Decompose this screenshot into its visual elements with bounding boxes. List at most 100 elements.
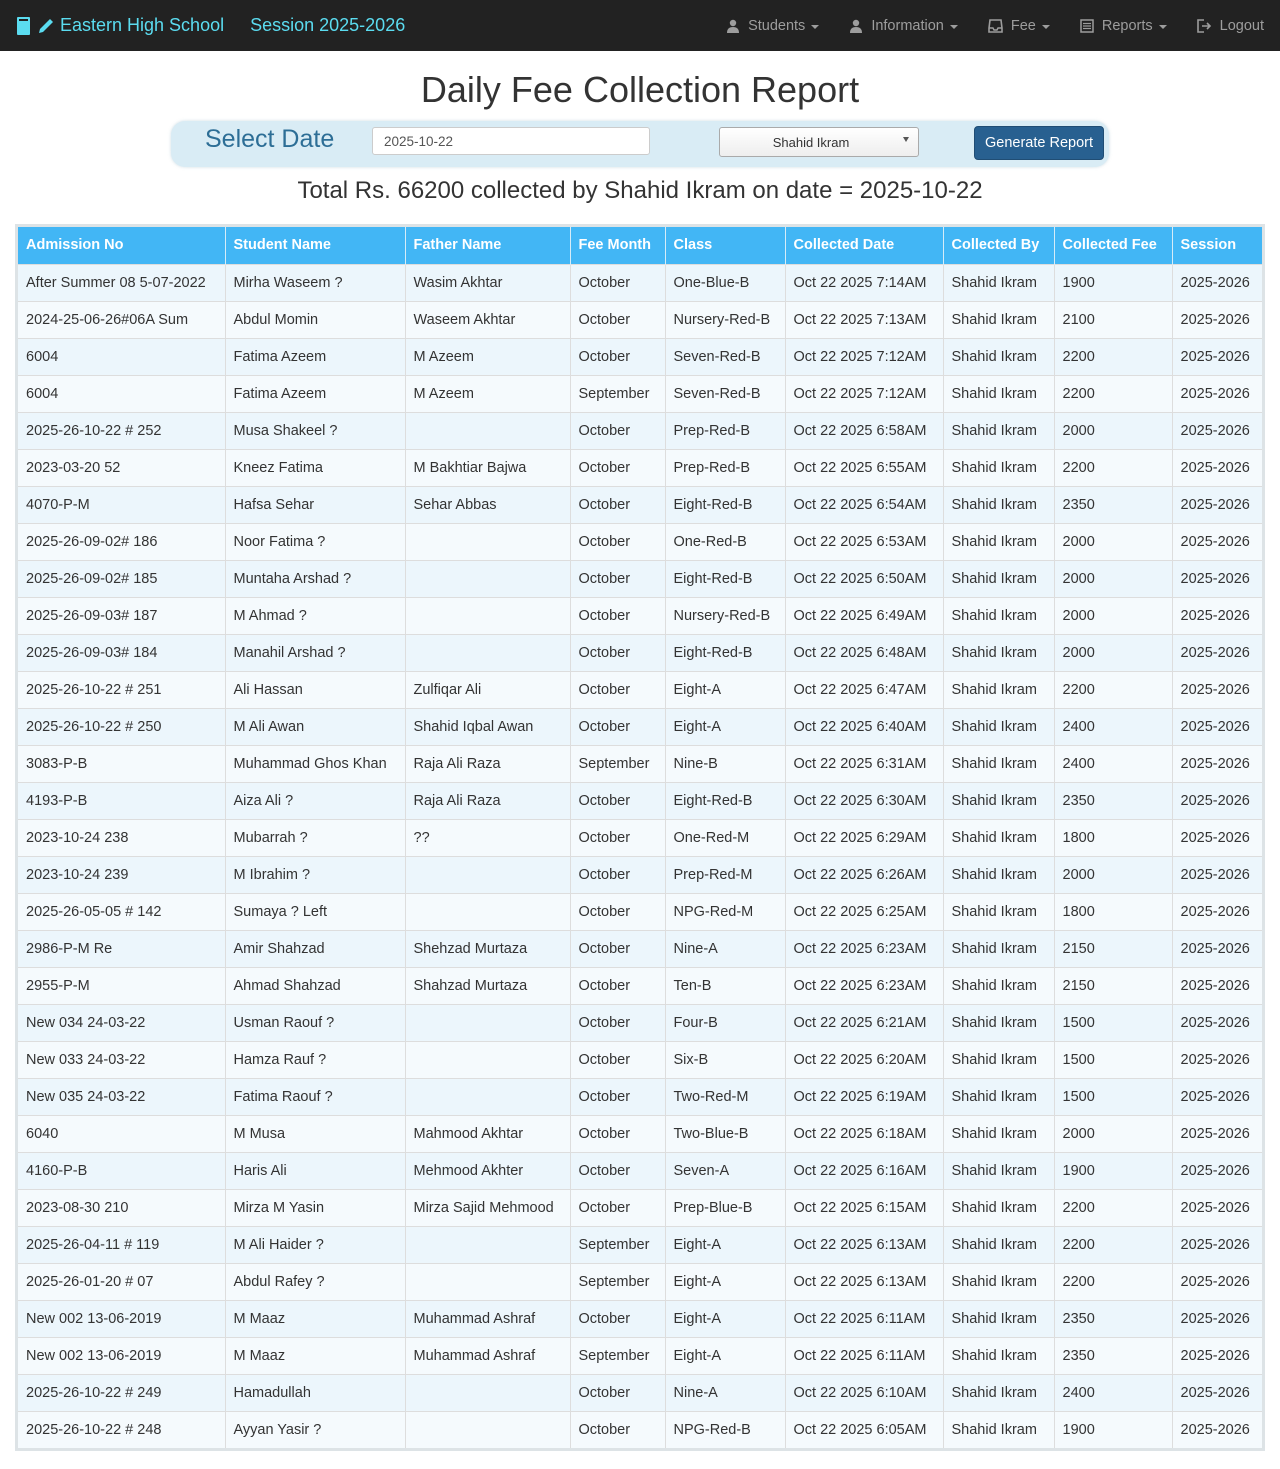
cell-student-name: M Maaz	[225, 1299, 406, 1337]
cell-collected-fee: 2400	[1054, 707, 1173, 745]
cell-collected-by: Shahid Ikram	[943, 1225, 1055, 1263]
cell-student-name: Ali Hassan	[225, 670, 406, 708]
nav-information[interactable]: Information	[849, 18, 958, 34]
collector-select[interactable]: Shahid Ikram	[719, 127, 919, 157]
table-row: 2025-26-10-22 # 252 Musa Shakeel ? October…	[18, 411, 1262, 449]
cell-father-name: Waseem Akhtar	[405, 300, 571, 338]
cell-collected-fee: 2350	[1054, 781, 1173, 819]
cell-collected-by: Shahid Ikram	[943, 1299, 1055, 1337]
table-row: 2023-10-24 238 Mubarrah ??? October One-Red…	[18, 818, 1262, 856]
cell-collected-by: Shahid Ikram	[943, 1151, 1055, 1189]
cell-session: 2025-2026	[1172, 1188, 1262, 1226]
cell-admission-no: 2025-26-04-11 # 119	[18, 1225, 226, 1263]
cell-father-name	[405, 1373, 571, 1411]
cell-fee-month: October	[570, 522, 666, 560]
col-collected-date: Collected Date	[785, 227, 944, 264]
nav-students[interactable]: Students	[726, 18, 820, 34]
cell-admission-no: 4070-P-M	[18, 485, 226, 523]
cell-class: Eight-A	[665, 1225, 786, 1263]
session-label: Session 2025-2026	[250, 15, 406, 35]
generate-report-button[interactable]: Generate Report	[974, 126, 1104, 160]
cell-student-name: Hamza Rauf ?	[225, 1040, 406, 1078]
cell-father-name: ??	[405, 818, 571, 856]
cell-session: 2025-2026	[1172, 1077, 1262, 1115]
table-row: 2025-26-09-02# 185 Muntaha Arshad ? Octobe…	[18, 559, 1262, 597]
cell-collected-date: Oct 22 2025 6:50AM	[785, 559, 944, 597]
caret-down-icon	[1158, 24, 1167, 29]
cell-collected-fee: 1900	[1054, 1151, 1173, 1189]
cell-admission-no: 2955-P-M	[18, 966, 226, 1004]
nav-fee[interactable]: Fee	[988, 18, 1050, 34]
cell-admission-no: New 002 13-06-2019	[18, 1336, 226, 1374]
cell-admission-no: 2024-25-06-26#06A Sum	[18, 300, 226, 338]
table-row: 4070-P-M Hafsa Sehar Sehar Abbas October Eig…	[18, 485, 1262, 523]
nav-reports[interactable]: Reports	[1080, 18, 1167, 34]
brand-link[interactable]: Eastern High School Session 2025-2026	[16, 15, 405, 36]
cell-fee-month: September	[570, 1225, 666, 1263]
cell-collected-by: Shahid Ikram	[943, 892, 1055, 930]
cell-student-name: M Ahmad ?	[225, 596, 406, 634]
cell-fee-month: September	[570, 374, 666, 412]
cell-collected-fee: 2400	[1054, 744, 1173, 782]
date-input[interactable]	[372, 127, 650, 155]
cell-collected-date: Oct 22 2025 7:12AM	[785, 337, 944, 375]
table-row: 2986-P-M Re Amir Shahzad Shehzad Murtaza Oc…	[18, 929, 1262, 967]
col-student-name: Student Name	[225, 227, 406, 264]
cell-father-name: Sehar Abbas	[405, 485, 571, 523]
cell-father-name	[405, 1262, 571, 1300]
table-row: 6004 Fatima Azeem M Azeem October Seven-Red-…	[18, 337, 1262, 375]
cell-session: 2025-2026	[1172, 670, 1262, 708]
cell-session: 2025-2026	[1172, 1373, 1262, 1411]
cell-father-name: Mahmood Akhtar	[405, 1114, 571, 1152]
cell-fee-month: October	[570, 929, 666, 967]
nav-information-label: Information	[871, 17, 944, 34]
cell-student-name: Musa Shakeel ?	[225, 411, 406, 449]
cell-student-name: Hafsa Sehar	[225, 485, 406, 523]
cell-collected-fee: 2200	[1054, 1262, 1173, 1300]
cell-collected-by: Shahid Ikram	[943, 374, 1055, 412]
cell-collected-date: Oct 22 2025 6:26AM	[785, 855, 944, 893]
table-row: 2025-26-10-22 # 249 Hamadullah October Nine…	[18, 1373, 1262, 1411]
cell-admission-no: 2986-P-M Re	[18, 929, 226, 967]
cell-collected-by: Shahid Ikram	[943, 670, 1055, 708]
cell-fee-month: October	[570, 966, 666, 1004]
cell-father-name	[405, 1410, 571, 1448]
cell-class: Eight-Red-B	[665, 485, 786, 523]
cell-collected-by: Shahid Ikram	[943, 855, 1055, 893]
cell-collected-by: Shahid Ikram	[943, 337, 1055, 375]
cell-class: Four-B	[665, 1003, 786, 1041]
cell-collected-by: Shahid Ikram	[943, 1410, 1055, 1448]
cell-collected-fee: 2000	[1054, 633, 1173, 671]
cell-admission-no: 2023-10-24 238	[18, 818, 226, 856]
col-father-name: Father Name	[405, 227, 571, 264]
cell-admission-no: 2025-26-10-22 # 249	[18, 1373, 226, 1411]
cell-collected-date: Oct 22 2025 6:53AM	[785, 522, 944, 560]
cell-student-name: Fatima Raouf ?	[225, 1077, 406, 1115]
cell-student-name: M Musa	[225, 1114, 406, 1152]
cell-class: Nursery-Red-B	[665, 596, 786, 634]
table-row: New 033 24-03-22 Hamza Rauf ? October Six-B…	[18, 1040, 1262, 1078]
cell-student-name: Abdul Momin	[225, 300, 406, 338]
cell-admission-no: 6004	[18, 337, 226, 375]
cell-father-name: M Azeem	[405, 374, 571, 412]
cell-father-name: Raja Ali Raza	[405, 781, 571, 819]
cell-session: 2025-2026	[1172, 892, 1262, 930]
table-row: 2024-25-06-26#06A Sum Abdul Momin Waseem A…	[18, 300, 1262, 338]
cell-fee-month: October	[570, 1410, 666, 1448]
cell-student-name: Amir Shahzad	[225, 929, 406, 967]
cell-collected-date: Oct 22 2025 6:20AM	[785, 1040, 944, 1078]
nav-logout[interactable]: Logout	[1196, 18, 1264, 34]
cell-fee-month: October	[570, 1299, 666, 1337]
cell-class: Nine-B	[665, 744, 786, 782]
nav-menu: Students Information Fee Reports Logout	[696, 18, 1264, 34]
cell-fee-month: October	[570, 633, 666, 671]
cell-class: Nursery-Red-B	[665, 300, 786, 338]
table-row: 2023-03-20 52 Kneez Fatima M Bakhtiar Bajw…	[18, 448, 1262, 486]
cell-collected-by: Shahid Ikram	[943, 1114, 1055, 1152]
cell-session: 2025-2026	[1172, 744, 1262, 782]
cell-collected-by: Shahid Ikram	[943, 818, 1055, 856]
inbox-icon	[988, 18, 1003, 33]
cell-student-name: Mubarrah ?	[225, 818, 406, 856]
cell-class: One-Blue-B	[665, 263, 786, 301]
col-session: Session	[1172, 227, 1262, 264]
